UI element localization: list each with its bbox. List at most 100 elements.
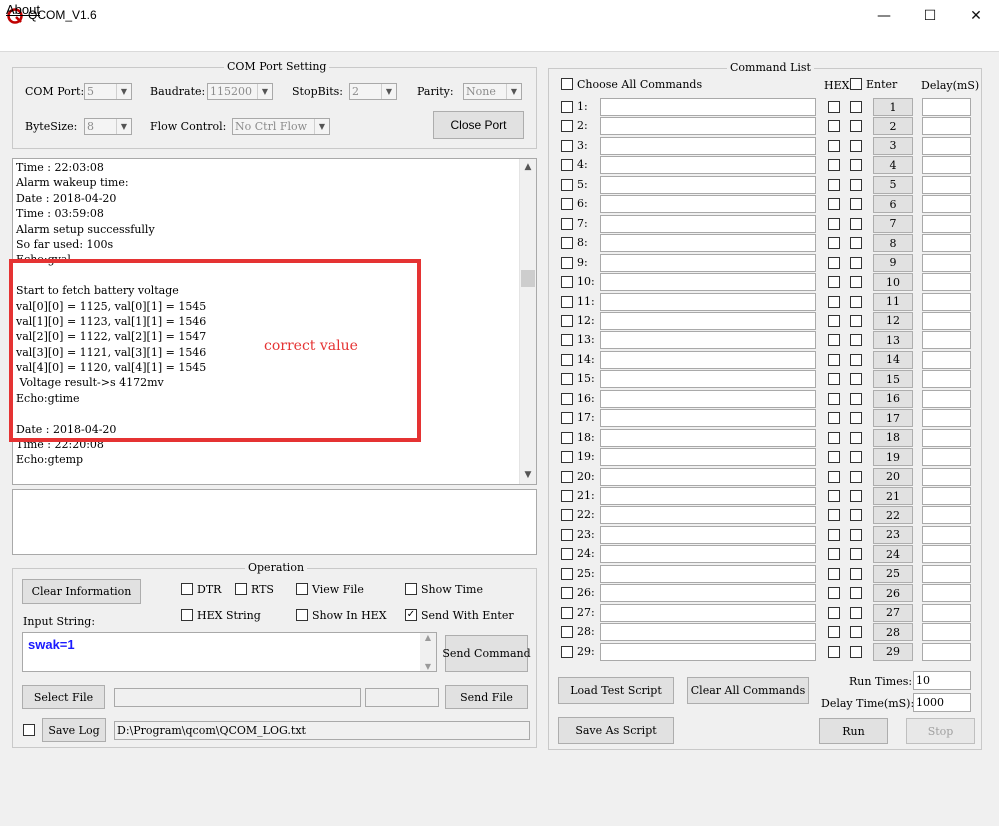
command-delay-input[interactable] xyxy=(922,273,971,292)
show-in-hex-checkbox[interactable] xyxy=(296,609,308,621)
minimize-button[interactable]: — xyxy=(861,0,907,32)
command-enter-checkbox[interactable] xyxy=(850,256,862,269)
command-hex-checkbox[interactable] xyxy=(828,567,840,580)
command-delay-input[interactable] xyxy=(922,448,971,467)
send-command-button[interactable]: Send Command xyxy=(442,635,531,672)
command-enter-checkbox[interactable] xyxy=(850,295,862,308)
command-hex-checkbox[interactable] xyxy=(828,353,840,366)
command-enter-checkbox[interactable] xyxy=(850,198,862,211)
command-send-button[interactable]: 6 xyxy=(873,195,913,214)
scroll-thumb[interactable] xyxy=(521,270,535,287)
show-time-checkbox[interactable] xyxy=(405,583,417,595)
command-hex-checkbox[interactable] xyxy=(828,276,840,289)
command-enter-checkbox[interactable] xyxy=(850,490,862,502)
command-send-button[interactable]: 7 xyxy=(873,214,913,233)
command-select-checkbox[interactable] xyxy=(561,334,573,347)
scroll-down-icon[interactable]: ▼ xyxy=(520,467,536,484)
command-hex-checkbox[interactable] xyxy=(828,295,840,308)
command-select-checkbox[interactable] xyxy=(561,237,573,250)
command-input[interactable] xyxy=(600,214,816,233)
command-hex-checkbox[interactable] xyxy=(828,451,840,464)
command-input[interactable] xyxy=(600,175,816,194)
command-delay-input[interactable] xyxy=(922,175,971,194)
command-input[interactable] xyxy=(600,506,816,525)
command-send-button[interactable]: 9 xyxy=(873,253,913,272)
command-select-checkbox[interactable] xyxy=(561,451,573,464)
command-send-button[interactable]: 16 xyxy=(873,389,913,408)
command-hex-checkbox[interactable] xyxy=(828,645,840,658)
command-delay-input[interactable] xyxy=(922,292,971,311)
command-delay-input[interactable] xyxy=(922,98,971,116)
command-send-button[interactable]: 1 xyxy=(873,98,913,116)
rts-checkbox[interactable] xyxy=(235,583,247,595)
hex-string-checkbox[interactable] xyxy=(181,609,193,621)
command-enter-checkbox[interactable] xyxy=(850,139,862,152)
command-delay-input[interactable] xyxy=(922,409,971,428)
command-hex-checkbox[interactable] xyxy=(828,314,840,327)
command-delay-input[interactable] xyxy=(922,389,971,408)
command-delay-input[interactable] xyxy=(922,253,971,272)
command-select-checkbox[interactable] xyxy=(561,373,573,386)
command-input[interactable] xyxy=(600,253,816,272)
command-enter-checkbox[interactable] xyxy=(850,567,862,580)
command-delay-input[interactable] xyxy=(922,331,971,350)
command-hex-checkbox[interactable] xyxy=(828,334,840,347)
command-select-checkbox[interactable] xyxy=(561,120,573,133)
command-delay-input[interactable] xyxy=(922,467,971,486)
command-delay-input[interactable] xyxy=(922,525,971,544)
command-send-button[interactable]: 14 xyxy=(873,350,913,369)
delay-time-input[interactable]: 1000 xyxy=(913,693,971,712)
enter-all-checkbox[interactable] xyxy=(850,78,862,90)
command-delay-input[interactable] xyxy=(922,623,971,642)
scroll-down-icon[interactable]: ▼ xyxy=(420,662,436,671)
command-enter-checkbox[interactable] xyxy=(850,645,862,658)
command-delay-input[interactable] xyxy=(922,370,971,389)
command-select-checkbox[interactable] xyxy=(561,470,573,483)
input-string-field[interactable]: swak=1 ▲ ▼ xyxy=(22,632,437,672)
menu-about[interactable]: About xyxy=(6,2,40,17)
command-hex-checkbox[interactable] xyxy=(828,470,840,483)
command-hex-checkbox[interactable] xyxy=(828,237,840,250)
command-input[interactable] xyxy=(600,195,816,214)
baudrate-select[interactable]: 115200 ▼ xyxy=(207,83,273,100)
command-hex-checkbox[interactable] xyxy=(828,392,840,405)
command-input[interactable] xyxy=(600,389,816,408)
command-enter-checkbox[interactable] xyxy=(850,412,862,425)
com-port-select[interactable]: 5 ▼ xyxy=(84,83,132,100)
command-input[interactable] xyxy=(600,117,816,136)
command-input[interactable] xyxy=(600,409,816,428)
command-select-checkbox[interactable] xyxy=(561,606,573,619)
command-enter-checkbox[interactable] xyxy=(850,392,862,405)
command-input[interactable] xyxy=(600,525,816,544)
view-file-checkbox[interactable] xyxy=(296,583,308,595)
log-path-field[interactable]: D:\Program\qcom\QCOM_LOG.txt xyxy=(114,721,530,740)
command-enter-checkbox[interactable] xyxy=(850,431,862,444)
command-input[interactable] xyxy=(600,331,816,350)
command-delay-input[interactable] xyxy=(922,642,971,661)
close-window-button[interactable]: ✕ xyxy=(953,0,999,32)
command-input[interactable] xyxy=(600,603,816,622)
command-input[interactable] xyxy=(600,370,816,389)
load-test-script-button[interactable]: Load Test Script xyxy=(558,677,674,704)
command-input[interactable] xyxy=(600,448,816,467)
command-select-checkbox[interactable] xyxy=(561,548,573,561)
command-enter-checkbox[interactable] xyxy=(850,451,862,464)
command-delay-input[interactable] xyxy=(922,506,971,525)
command-send-button[interactable]: 26 xyxy=(873,584,913,603)
command-hex-checkbox[interactable] xyxy=(828,159,840,172)
command-input[interactable] xyxy=(600,350,816,369)
command-hex-checkbox[interactable] xyxy=(828,490,840,502)
command-input[interactable] xyxy=(600,234,816,253)
command-hex-checkbox[interactable] xyxy=(828,587,840,600)
stopbits-select[interactable]: 2 ▼ xyxy=(349,83,397,100)
command-delay-input[interactable] xyxy=(922,584,971,603)
command-select-checkbox[interactable] xyxy=(561,139,573,152)
command-hex-checkbox[interactable] xyxy=(828,101,840,113)
command-send-button[interactable]: 13 xyxy=(873,331,913,350)
command-delay-input[interactable] xyxy=(922,136,971,155)
command-send-button[interactable]: 5 xyxy=(873,175,913,194)
command-send-button[interactable]: 10 xyxy=(873,273,913,292)
command-hex-checkbox[interactable] xyxy=(828,139,840,152)
command-enter-checkbox[interactable] xyxy=(850,314,862,327)
command-select-checkbox[interactable] xyxy=(561,159,573,172)
